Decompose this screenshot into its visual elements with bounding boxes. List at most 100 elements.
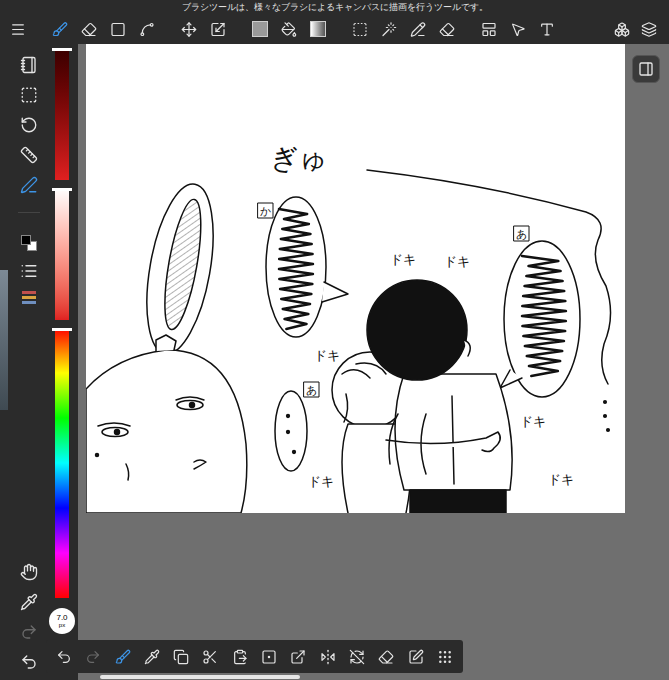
tool-button[interactable] — [539, 21, 555, 37]
clear-icon[interactable] — [378, 649, 394, 665]
tool-button[interactable] — [439, 21, 455, 37]
gradient-icon[interactable] — [310, 21, 326, 37]
tool-group — [481, 21, 555, 37]
tool-group — [52, 21, 155, 37]
toolbar-button[interactable] — [260, 648, 278, 666]
toolbar-button[interactable] — [436, 648, 454, 666]
select-eraser-icon[interactable] — [439, 21, 455, 38]
brush-size[interactable]: 7.0px — [49, 608, 75, 634]
transform-icon[interactable] — [210, 21, 226, 38]
tool-button[interactable] — [352, 21, 368, 37]
color-slider[interactable] — [55, 328, 69, 598]
tool-button[interactable] — [310, 21, 326, 37]
canvas[interactable]: ぎゅかドキドキあドキあドキドキドキ — [86, 44, 625, 513]
bucket-icon[interactable] — [281, 21, 297, 38]
redo-icon[interactable] — [20, 623, 38, 641]
slider-marker[interactable] — [52, 328, 72, 331]
toolbar-button[interactable] — [231, 648, 249, 666]
toolbar-button[interactable] — [289, 648, 307, 666]
export-icon[interactable] — [290, 649, 306, 665]
fill-area-icon[interactable] — [261, 649, 277, 665]
toolbar-button[interactable] — [55, 648, 73, 666]
svg-text:あ: あ — [516, 228, 527, 240]
selection-icon[interactable] — [20, 86, 38, 104]
ruler-icon[interactable] — [20, 146, 38, 164]
undo-icon[interactable] — [20, 653, 38, 671]
tool-button[interactable] — [381, 21, 397, 37]
tool-button[interactable] — [252, 21, 268, 37]
toolbar-button[interactable] — [348, 648, 366, 666]
grip-icon[interactable] — [437, 649, 453, 665]
svg-text:か: か — [260, 205, 271, 217]
tool-button[interactable] — [281, 21, 297, 37]
toolbar-button[interactable] — [201, 648, 219, 666]
tool-button[interactable] — [481, 21, 497, 37]
select-pen-icon[interactable] — [410, 21, 426, 38]
tool-button[interactable] — [139, 21, 155, 37]
toolbar-button[interactable] — [143, 648, 161, 666]
tool-button[interactable] — [81, 21, 97, 37]
color-swatch[interactable] — [21, 235, 37, 251]
dot-line-icon[interactable] — [139, 21, 155, 38]
color-slider[interactable] — [55, 188, 69, 320]
shape-icon[interactable] — [110, 21, 126, 38]
slider-marker[interactable] — [52, 188, 72, 191]
select-icon[interactable] — [352, 21, 368, 38]
tool-button[interactable] — [110, 21, 126, 37]
hand-icon[interactable] — [20, 563, 38, 581]
toolbar-button[interactable] — [172, 648, 190, 666]
tool-group — [181, 21, 226, 37]
boxed-label: か — [258, 203, 273, 218]
text-icon[interactable] — [539, 21, 555, 38]
divide-icon[interactable] — [481, 21, 497, 38]
rotate-icon[interactable] — [20, 116, 38, 134]
operation-icon[interactable] — [510, 21, 526, 38]
toolbar-button[interactable] — [319, 648, 337, 666]
tool-button[interactable] — [181, 21, 197, 37]
copy-icon[interactable] — [173, 649, 189, 665]
toolbar-button[interactable] — [407, 648, 425, 666]
tool-group — [252, 21, 326, 37]
snap-pen-icon[interactable] — [20, 176, 38, 194]
undo-icon[interactable] — [56, 649, 72, 665]
color-slider[interactable] — [55, 48, 69, 180]
tool-button[interactable] — [410, 21, 426, 37]
tool-group — [614, 21, 657, 37]
panel-toggle-button[interactable] — [632, 55, 660, 83]
speech-bubble — [275, 391, 307, 471]
paste-icon[interactable] — [232, 649, 248, 665]
rotate-off-icon[interactable] — [349, 649, 365, 665]
cut-icon[interactable] — [202, 649, 218, 665]
tool-button[interactable] — [52, 21, 68, 37]
tool-button[interactable] — [614, 21, 630, 37]
tool-button[interactable] — [641, 21, 657, 37]
tool-button[interactable] — [210, 21, 226, 37]
palette-icon[interactable] — [22, 291, 36, 304]
eyedropper-icon[interactable] — [144, 649, 160, 665]
slider-marker[interactable] — [52, 48, 72, 51]
boy-pants — [410, 490, 506, 513]
eraser-icon[interactable] — [81, 21, 97, 38]
tool-button[interactable] — [510, 21, 526, 37]
layers-icon[interactable] — [641, 21, 657, 38]
tool-button[interactable] — [10, 21, 26, 37]
edit-icon[interactable] — [408, 649, 424, 665]
eyedropper-icon[interactable] — [20, 593, 38, 611]
toolbar-button[interactable] — [377, 648, 395, 666]
sfx-text: ドキ — [314, 348, 340, 363]
toolbar-button[interactable] — [84, 648, 102, 666]
menu-icon[interactable] — [10, 21, 26, 38]
color-sliders: 7.0px — [46, 44, 78, 680]
color-list-icon[interactable] — [20, 262, 38, 280]
fill-color-icon[interactable] — [252, 21, 268, 37]
redo-icon[interactable] — [85, 649, 101, 665]
flip-icon[interactable] — [320, 649, 336, 665]
move-icon[interactable] — [181, 21, 197, 38]
sfx-text: ドキ — [390, 252, 416, 267]
pages-icon[interactable] — [20, 56, 38, 74]
brush-icon[interactable] — [52, 21, 68, 38]
brush-dots-icon[interactable] — [115, 649, 131, 665]
materials-icon[interactable] — [614, 21, 630, 38]
magic-wand-icon[interactable] — [381, 21, 397, 38]
toolbar-button[interactable] — [114, 648, 132, 666]
